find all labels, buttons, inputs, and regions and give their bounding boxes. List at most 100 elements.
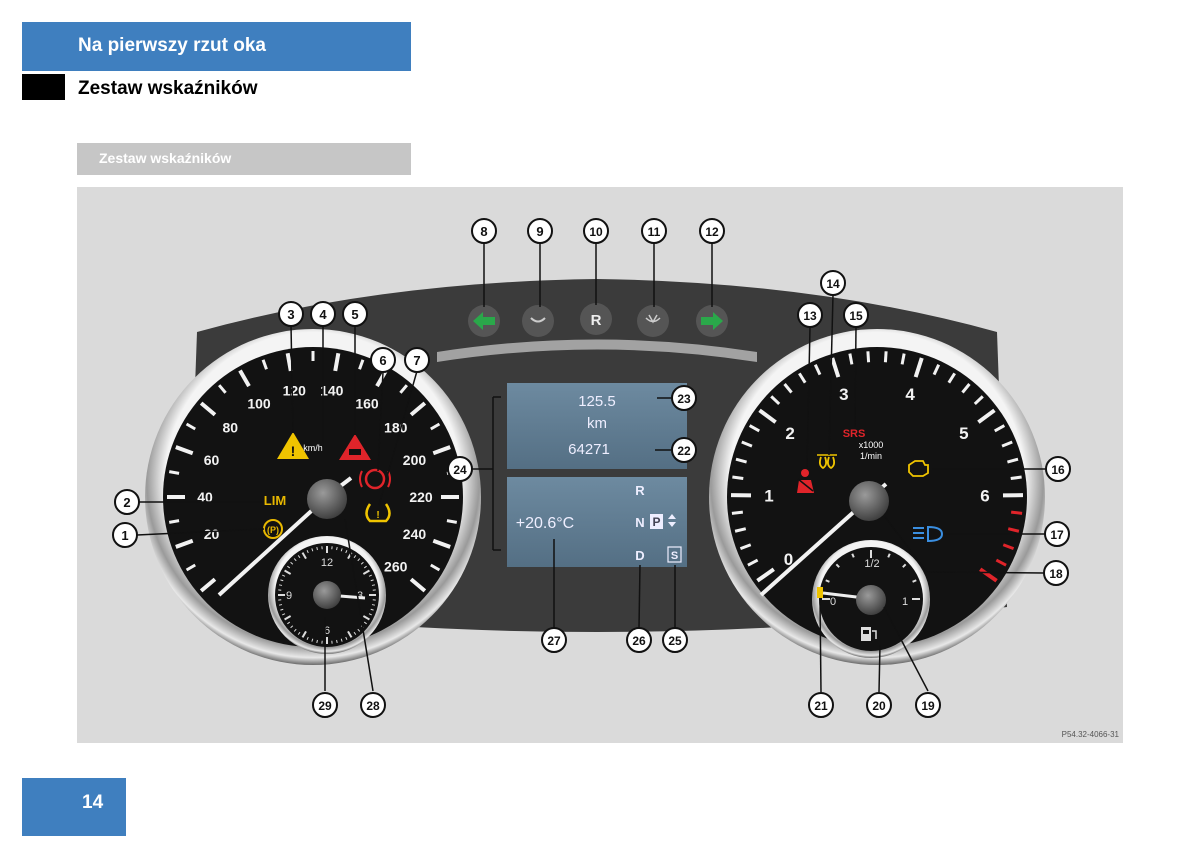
callout-18: 18 — [1043, 560, 1069, 586]
svg-text:13: 13 — [803, 309, 817, 323]
gear-p: P — [652, 515, 660, 529]
turn-signal-left-icon — [468, 305, 500, 337]
fuel-half: 1/2 — [864, 558, 879, 570]
tacho-label: 6 — [980, 487, 989, 506]
speedo-tick — [168, 470, 180, 475]
svg-text:15: 15 — [849, 309, 863, 323]
svg-text:16: 16 — [1051, 463, 1065, 477]
figure-code: P54.32-4066-31 — [1061, 730, 1119, 739]
speedo-tick — [168, 519, 180, 524]
fuel-hub — [856, 585, 886, 615]
callout-10: 10 — [583, 218, 609, 244]
speedo-label: 220 — [409, 489, 433, 505]
callout-17: 17 — [1044, 521, 1070, 547]
fuel-reserve-lamp — [817, 587, 823, 598]
svg-text:6: 6 — [379, 353, 386, 368]
svg-text:18: 18 — [1049, 567, 1063, 581]
svg-text:12: 12 — [705, 225, 719, 239]
low-beam-icon — [522, 305, 554, 337]
svg-text:24: 24 — [453, 463, 467, 477]
svg-text:23: 23 — [677, 392, 691, 406]
rpm-unit-bottom: 1/min — [860, 451, 882, 461]
tacho-tick — [1010, 510, 1023, 515]
clock-tick — [316, 639, 318, 644]
subsection-title: Zestaw wskaźników — [78, 78, 258, 99]
svg-text:20: 20 — [872, 699, 886, 713]
fog-lamp-icon — [637, 305, 669, 337]
callout-15: 15 — [843, 302, 869, 328]
svg-text:22: 22 — [677, 444, 691, 458]
clock-numeral-9: 9 — [286, 590, 292, 602]
clock-tick — [278, 604, 283, 606]
callout-19: 19 — [915, 692, 941, 718]
turn-signal-right-icon — [696, 305, 728, 337]
svg-text:19: 19 — [921, 699, 935, 713]
speedo-label: 160 — [355, 395, 379, 411]
svg-text:14: 14 — [826, 277, 840, 291]
speedo-label: 180 — [384, 420, 408, 436]
callout-12: 12 — [699, 218, 725, 244]
svg-text:11: 11 — [648, 225, 661, 239]
svg-text:5: 5 — [351, 307, 358, 322]
callout-4: 4 — [310, 301, 336, 327]
speedo-label: 100 — [247, 395, 271, 411]
svg-text:29: 29 — [318, 699, 332, 713]
callout-24: 24 — [447, 456, 473, 482]
callout-16: 16 — [1045, 456, 1071, 482]
callout-29: 29 — [312, 692, 338, 718]
reverse-indicator-icon: R — [580, 303, 612, 335]
gear-n: N — [635, 515, 644, 530]
tacho-label: 1 — [764, 487, 773, 506]
callout-26: 26 — [626, 627, 652, 653]
section-marker — [22, 74, 65, 100]
callout-5: 5 — [342, 301, 368, 327]
instrument-cluster-diagram: 20406080100120 140160180200220240260 km/h… — [112, 218, 1071, 718]
tacho-tick — [900, 353, 906, 365]
section-title: Na pierwszy rzut oka — [78, 35, 266, 56]
rpm-unit-top: x1000 — [859, 440, 884, 450]
callout-21: 21 — [808, 692, 834, 718]
page-number-box: 14 — [22, 778, 126, 836]
callout-22: 22 — [671, 437, 697, 463]
callout-11: 11 — [641, 218, 667, 244]
callout-28: 28 — [360, 692, 386, 718]
callout-7: 7 — [404, 347, 430, 373]
instrument-cluster-figure: 20 40 60 80 100 120 140 160 180 200 220 240 260 km/h… — [77, 187, 1123, 743]
callout-25: 25 — [662, 627, 688, 653]
fuel-full: 1 — [902, 596, 908, 608]
callout-6: 6 — [370, 347, 396, 373]
svg-text:4: 4 — [319, 307, 327, 322]
callout-27: 27 — [541, 627, 567, 653]
svg-text:1: 1 — [121, 528, 128, 543]
svg-text:9: 9 — [536, 224, 543, 239]
svg-text:21: 21 — [814, 699, 828, 713]
svg-text:2: 2 — [123, 495, 130, 510]
speedo-label: 240 — [403, 526, 427, 542]
tacho-tick — [731, 510, 744, 515]
svg-text:25: 25 — [668, 634, 682, 648]
speedo-label: 120 — [283, 383, 307, 399]
tacho-label: 2 — [785, 424, 794, 443]
speedo-label: 200 — [403, 452, 427, 468]
clock-tick — [336, 639, 338, 644]
tacho-tick — [883, 351, 888, 363]
fuel-empty: 0 — [830, 596, 836, 608]
svg-text:10: 10 — [589, 225, 603, 239]
callout-9: 9 — [527, 218, 553, 244]
clock-tick — [316, 546, 318, 551]
fuel-tick — [825, 579, 830, 583]
speed-unit: km/h — [303, 443, 323, 453]
svg-text:26: 26 — [632, 634, 646, 648]
callout-23: 23 — [671, 385, 697, 411]
speedo-tick — [446, 519, 458, 524]
clock-numeral-12: 12 — [321, 557, 333, 569]
callout-3: 3 — [278, 301, 304, 327]
trip-meter-unit: km — [587, 415, 607, 432]
svg-text:!: ! — [291, 443, 296, 459]
speedometer-hub — [307, 479, 347, 519]
srs-lamp: SRS — [843, 428, 866, 440]
svg-text:27: 27 — [547, 634, 561, 648]
callout-1: 1 — [112, 522, 138, 548]
svg-text:3: 3 — [287, 307, 294, 322]
svg-text:R: R — [591, 312, 602, 329]
